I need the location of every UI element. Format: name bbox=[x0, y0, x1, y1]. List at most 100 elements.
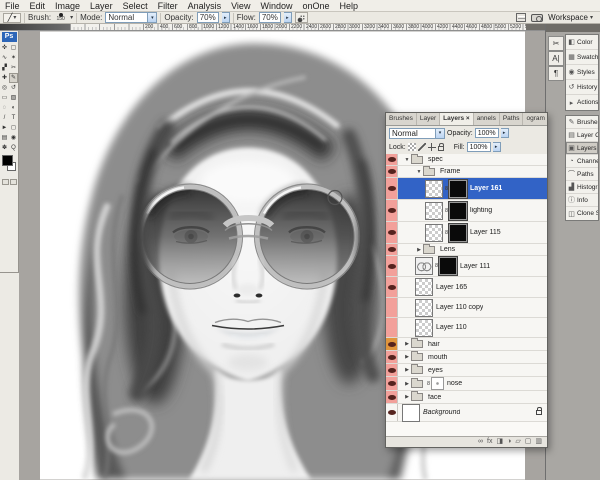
visibility-toggle[interactable] bbox=[386, 404, 398, 421]
palette-histogram[interactable]: ▟ Histogram bbox=[566, 181, 598, 194]
layer-group-nose[interactable]: nose bbox=[386, 377, 547, 391]
expand-arrow-icon[interactable] bbox=[403, 394, 411, 400]
layer-row-lighting[interactable]: lighting bbox=[386, 200, 547, 222]
layer-row-115[interactable]: Layer 115 bbox=[386, 222, 547, 244]
character-panel-icon[interactable]: A| bbox=[548, 51, 564, 66]
add-layer-mask-icon[interactable]: ◨ bbox=[497, 437, 504, 447]
layer-thumbnail[interactable] bbox=[415, 257, 433, 275]
expand-arrow-icon[interactable] bbox=[403, 381, 411, 387]
palette-brushes[interactable]: ✎ Brushes bbox=[566, 116, 598, 129]
visibility-toggle[interactable] bbox=[386, 222, 398, 243]
lock-all-icon[interactable] bbox=[438, 146, 444, 151]
dodge-tool[interactable]: ◐ bbox=[9, 103, 18, 113]
link-layers-icon[interactable]: ∞ bbox=[478, 437, 483, 447]
layer-thumbnail[interactable] bbox=[425, 202, 443, 220]
tab-brushes[interactable]: Brushes bbox=[386, 113, 417, 125]
notes-tool[interactable]: ▤ bbox=[0, 133, 9, 143]
delete-layer-icon[interactable]: ▥ bbox=[535, 437, 542, 447]
palette-layers[interactable]: ▣ Layers bbox=[566, 142, 598, 155]
paragraph-panel-icon[interactable]: ¶ bbox=[548, 66, 564, 81]
healing-brush-tool[interactable]: ✚ bbox=[0, 73, 9, 83]
menu-view[interactable]: View bbox=[226, 0, 255, 12]
layer-mask-thumbnail[interactable] bbox=[439, 257, 457, 275]
layer-thumbnail[interactable] bbox=[402, 404, 420, 422]
fill-arrow[interactable]: ▸ bbox=[493, 142, 501, 152]
chevron-down-icon[interactable]: ▾ bbox=[435, 129, 444, 138]
layer-group-face[interactable]: face bbox=[386, 391, 547, 404]
palette-paths[interactable]: ⌒ Paths bbox=[566, 168, 598, 181]
visibility-toggle[interactable] bbox=[386, 244, 398, 255]
menu-select[interactable]: Select bbox=[118, 0, 153, 12]
eraser-tool[interactable]: ▭ bbox=[0, 93, 9, 103]
lock-pixels-icon[interactable] bbox=[418, 143, 426, 151]
menu-help[interactable]: Help bbox=[335, 0, 364, 12]
blur-tool[interactable]: ◌ bbox=[0, 103, 9, 113]
lock-transparency-icon[interactable] bbox=[408, 143, 416, 151]
expand-arrow-icon[interactable] bbox=[415, 169, 423, 175]
menu-analysis[interactable]: Analysis bbox=[183, 0, 227, 12]
tab-layers[interactable]: Layers × bbox=[440, 113, 474, 125]
bridge-icon[interactable] bbox=[531, 14, 543, 22]
screen-mode-button[interactable] bbox=[10, 179, 17, 185]
quick-mask-button[interactable] bbox=[2, 179, 9, 185]
layer-row-110[interactable]: Layer 110 bbox=[386, 318, 547, 338]
layer-group-frame[interactable]: Frame bbox=[386, 166, 547, 178]
palette-history[interactable]: ↺ History bbox=[566, 80, 598, 95]
slice-tool[interactable]: ✂ bbox=[9, 63, 18, 73]
visibility-toggle[interactable] bbox=[386, 364, 398, 376]
airbrush-toggle-icon[interactable] bbox=[295, 12, 308, 23]
zoom-tool[interactable]: Q bbox=[9, 143, 18, 153]
menu-edit[interactable]: Edit bbox=[25, 0, 51, 12]
layer-thumbnail[interactable] bbox=[425, 224, 443, 242]
expand-arrow-icon[interactable] bbox=[403, 341, 411, 347]
menu-file[interactable]: File bbox=[0, 0, 25, 12]
layer-row-111[interactable]: Layer 111 bbox=[386, 256, 547, 277]
visibility-toggle[interactable] bbox=[386, 277, 398, 297]
visibility-toggle[interactable] bbox=[386, 377, 398, 390]
layer-thumbnail[interactable] bbox=[415, 319, 433, 337]
toggle-palettes-icon[interactable] bbox=[516, 13, 526, 22]
layer-row-165[interactable]: Layer 165 bbox=[386, 277, 547, 298]
layer-thumbnail[interactable] bbox=[425, 180, 443, 198]
layer-group-eyes[interactable]: eyes bbox=[386, 364, 547, 377]
visibility-toggle[interactable] bbox=[386, 200, 398, 221]
collapsed-panel-icon[interactable]: ✂ bbox=[548, 36, 564, 51]
menu-filter[interactable]: Filter bbox=[153, 0, 183, 12]
layer-row-110-copy[interactable]: Layer 110 copy bbox=[386, 298, 547, 318]
visibility-toggle[interactable] bbox=[386, 298, 398, 317]
workspace-menu[interactable]: Workspace ▾ bbox=[548, 13, 593, 22]
foreground-color-swatch[interactable] bbox=[2, 155, 13, 166]
magic-wand-tool[interactable]: ✶ bbox=[9, 53, 18, 63]
layer-fill-input[interactable]: 100% bbox=[467, 142, 491, 152]
layer-group-spec[interactable]: spec bbox=[386, 154, 547, 166]
layer-thumbnail[interactable] bbox=[415, 299, 433, 317]
blend-mode-select[interactable]: Normal ▾ bbox=[389, 128, 445, 139]
history-brush-tool[interactable]: ↺ bbox=[9, 83, 18, 93]
brush-picker-arrow[interactable]: ▾ bbox=[70, 14, 73, 21]
expand-arrow-icon[interactable] bbox=[403, 157, 411, 163]
menu-layer[interactable]: Layer bbox=[85, 0, 118, 12]
menu-onone[interactable]: onOne bbox=[297, 0, 334, 12]
layer-group-mouth[interactable]: mouth bbox=[386, 351, 547, 364]
move-tool[interactable]: ✜ bbox=[0, 43, 9, 53]
expand-arrow-icon[interactable] bbox=[403, 354, 411, 360]
flow-slider-arrow[interactable]: ▸ bbox=[284, 12, 292, 23]
gradient-tool[interactable]: ▧ bbox=[9, 93, 18, 103]
pen-tool[interactable]: / bbox=[0, 113, 9, 123]
palette-clone-source[interactable]: ◫ Clone S... bbox=[566, 207, 598, 220]
visibility-toggle[interactable] bbox=[386, 178, 398, 199]
palette-channels[interactable]: ◔ Channels bbox=[566, 155, 598, 168]
layer-row-background[interactable]: Background bbox=[386, 404, 547, 422]
menu-window[interactable]: Window bbox=[255, 0, 297, 12]
palette-layer-comps[interactable]: ▤ Layer C... bbox=[566, 129, 598, 142]
menu-image[interactable]: Image bbox=[50, 0, 85, 12]
opacity-input[interactable]: 70% bbox=[197, 12, 219, 23]
visibility-toggle[interactable] bbox=[386, 318, 398, 337]
brush-preset-preview[interactable]: 150 bbox=[54, 12, 67, 23]
type-tool[interactable]: T bbox=[9, 113, 18, 123]
new-layer-icon[interactable]: ▢ bbox=[525, 437, 532, 447]
layer-mask-thumbnail[interactable] bbox=[431, 377, 444, 390]
tool-preset-picker[interactable]: ╱ ▾ bbox=[3, 13, 21, 23]
palette-actions[interactable]: ▸ Actions bbox=[566, 95, 598, 110]
brush-tool[interactable]: ✎ bbox=[9, 73, 18, 83]
